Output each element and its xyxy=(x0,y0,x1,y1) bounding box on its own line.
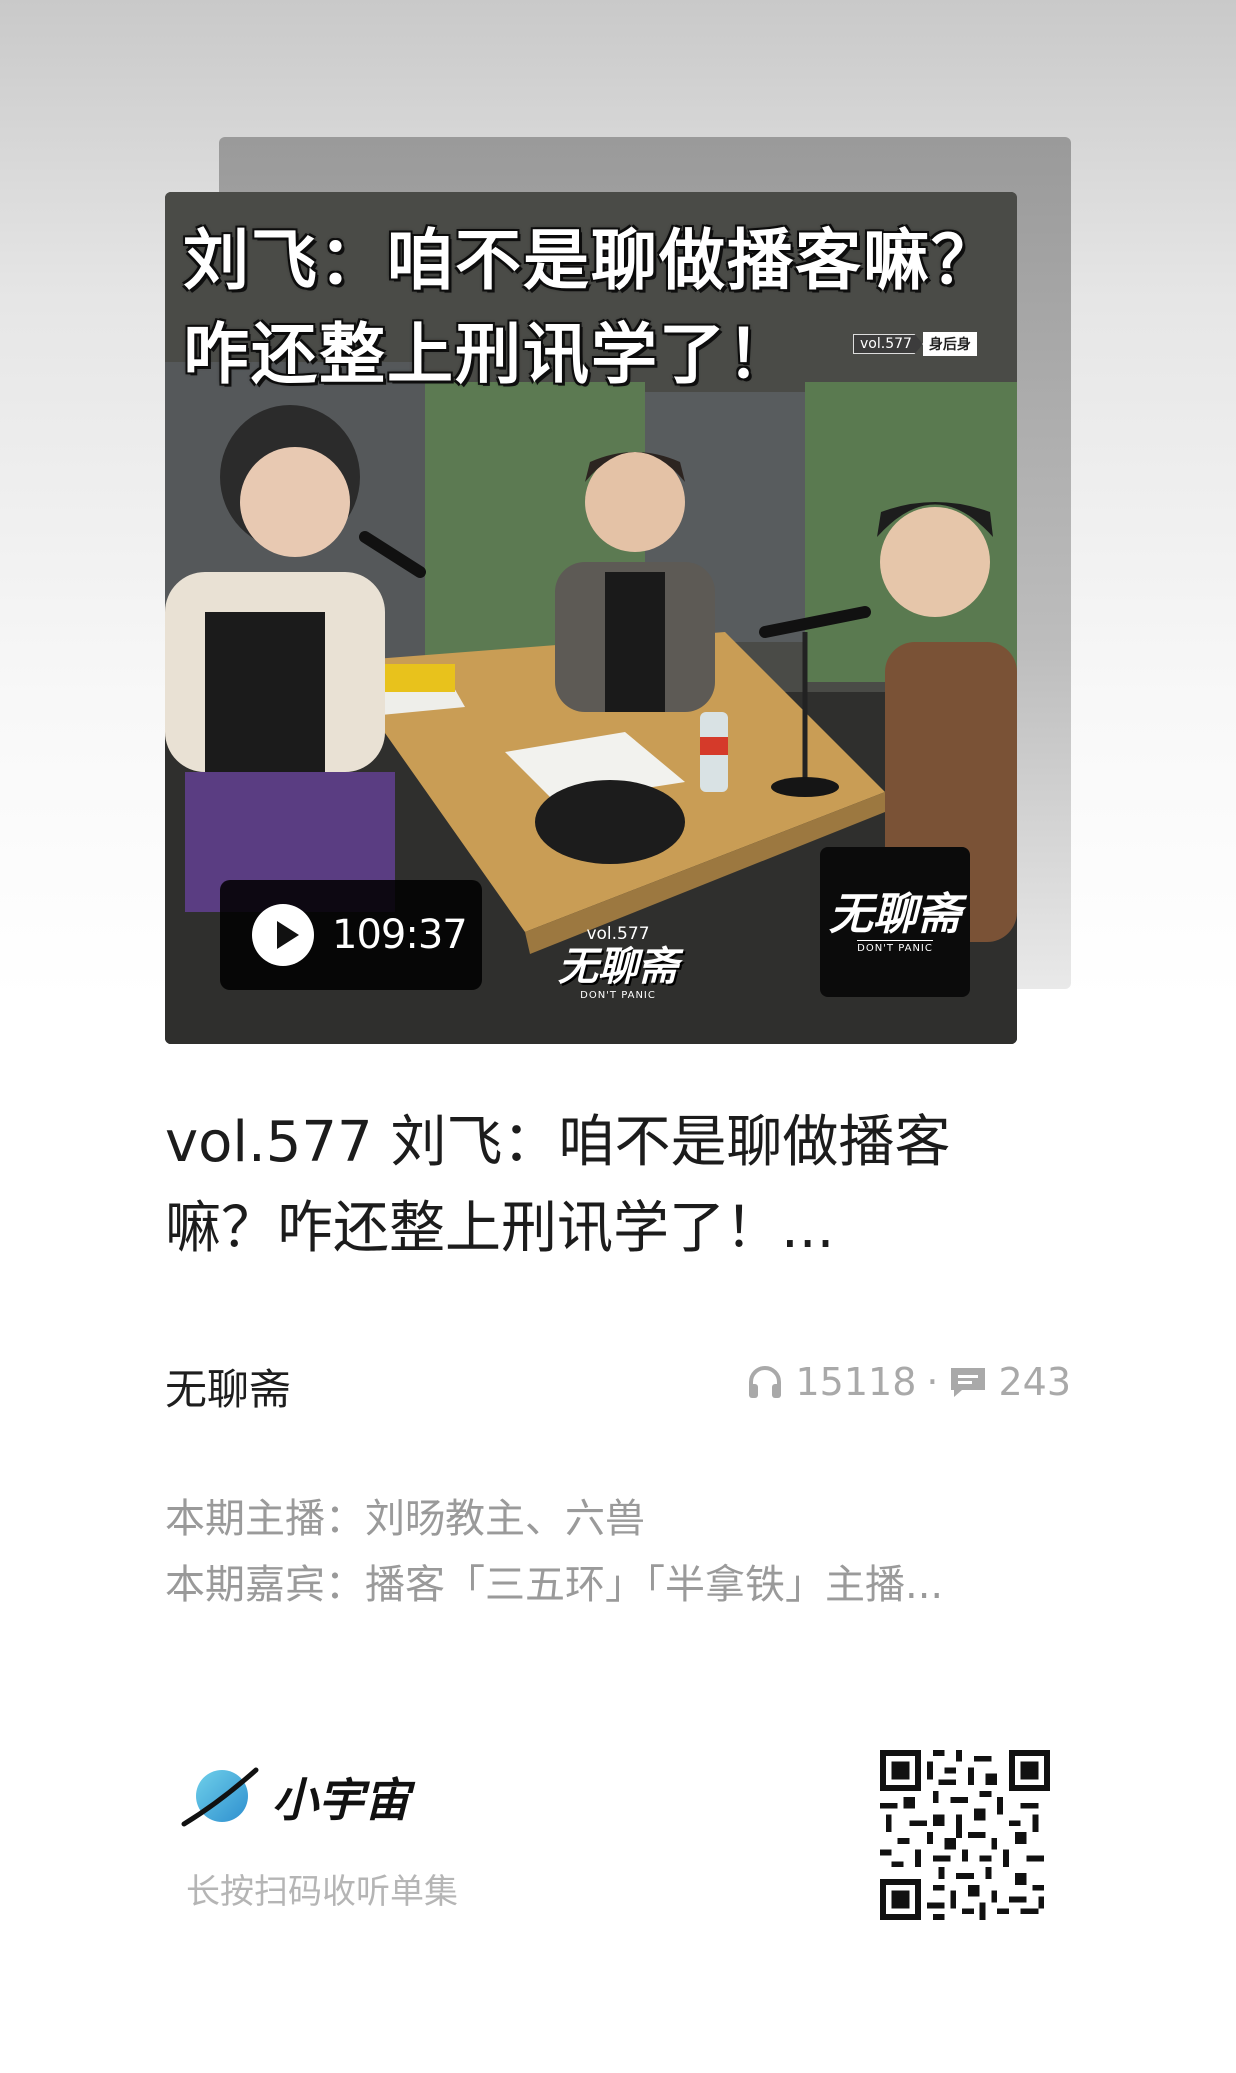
headphones-icon xyxy=(749,1366,782,1398)
show-logo: 无聊斋 DON'T PANIC xyxy=(820,847,970,997)
episode-cover[interactable]: 刘飞：咱不是聊做播客嘛？ 咋还整上刑讯学了！ vol.577 身后身 109:3… xyxy=(165,192,1017,1044)
cover-tag-vol: vol.577 xyxy=(853,334,923,354)
description-guests: 本期嘉宾：播客「三五环」「半拿铁」主播... xyxy=(165,1562,944,1608)
vol-badge-slogan: DON'T PANIC xyxy=(580,990,656,1001)
episode-stats: 15118 · 243 xyxy=(745,1360,1071,1404)
duration-label: 109:37 xyxy=(332,912,468,958)
planet-icon xyxy=(181,1767,259,1827)
scan-hint: 长按扫码收听单集 xyxy=(186,1872,458,1912)
app-brand: 小宇宙 xyxy=(180,1762,410,1832)
comment-count: 243 xyxy=(998,1360,1071,1404)
play-duration-button[interactable]: 109:37 xyxy=(220,880,482,990)
show-logo-name: 无聊斋 xyxy=(829,889,961,940)
brand-name: 小宇宙 xyxy=(272,1773,410,1827)
show-logo-slogan: DON'T PANIC xyxy=(857,940,933,954)
play-icon[interactable] xyxy=(252,904,314,966)
qr-code[interactable] xyxy=(880,1750,1050,1920)
cover-title: 刘飞：咱不是聊做播客嘛？ 咋还整上刑讯学了！ xyxy=(183,214,1003,402)
stats-separator: · xyxy=(926,1360,939,1404)
comment-icon xyxy=(951,1368,986,1397)
play-count: 15118 xyxy=(795,1360,917,1404)
episode-title: vol.577 刘飞：咱不是聊做播客嘛？咋还整上刑讯学了！... xyxy=(165,1110,951,1261)
vol-badge-number: vol.577 xyxy=(586,924,650,944)
vol-badge-name: 无聊斋 xyxy=(558,944,678,990)
cover-tag-sub: 身后身 xyxy=(922,332,977,356)
cover-vol-badge: vol.577 无聊斋 DON'T PANIC xyxy=(553,924,683,1001)
episode-description: 本期主播：刘旸教主、六兽 本期嘉宾：播客「三五环」「半拿铁」主播... xyxy=(165,1486,1075,1618)
podcast-name[interactable]: 无聊斋 xyxy=(165,1356,291,1417)
cover-title-line1: 刘飞：咱不是聊做播客嘛？ xyxy=(183,222,999,299)
description-hosts: 本期主播：刘旸教主、六兽 xyxy=(165,1496,645,1542)
cover-episode-tag: vol.577 身后身 xyxy=(853,332,977,356)
